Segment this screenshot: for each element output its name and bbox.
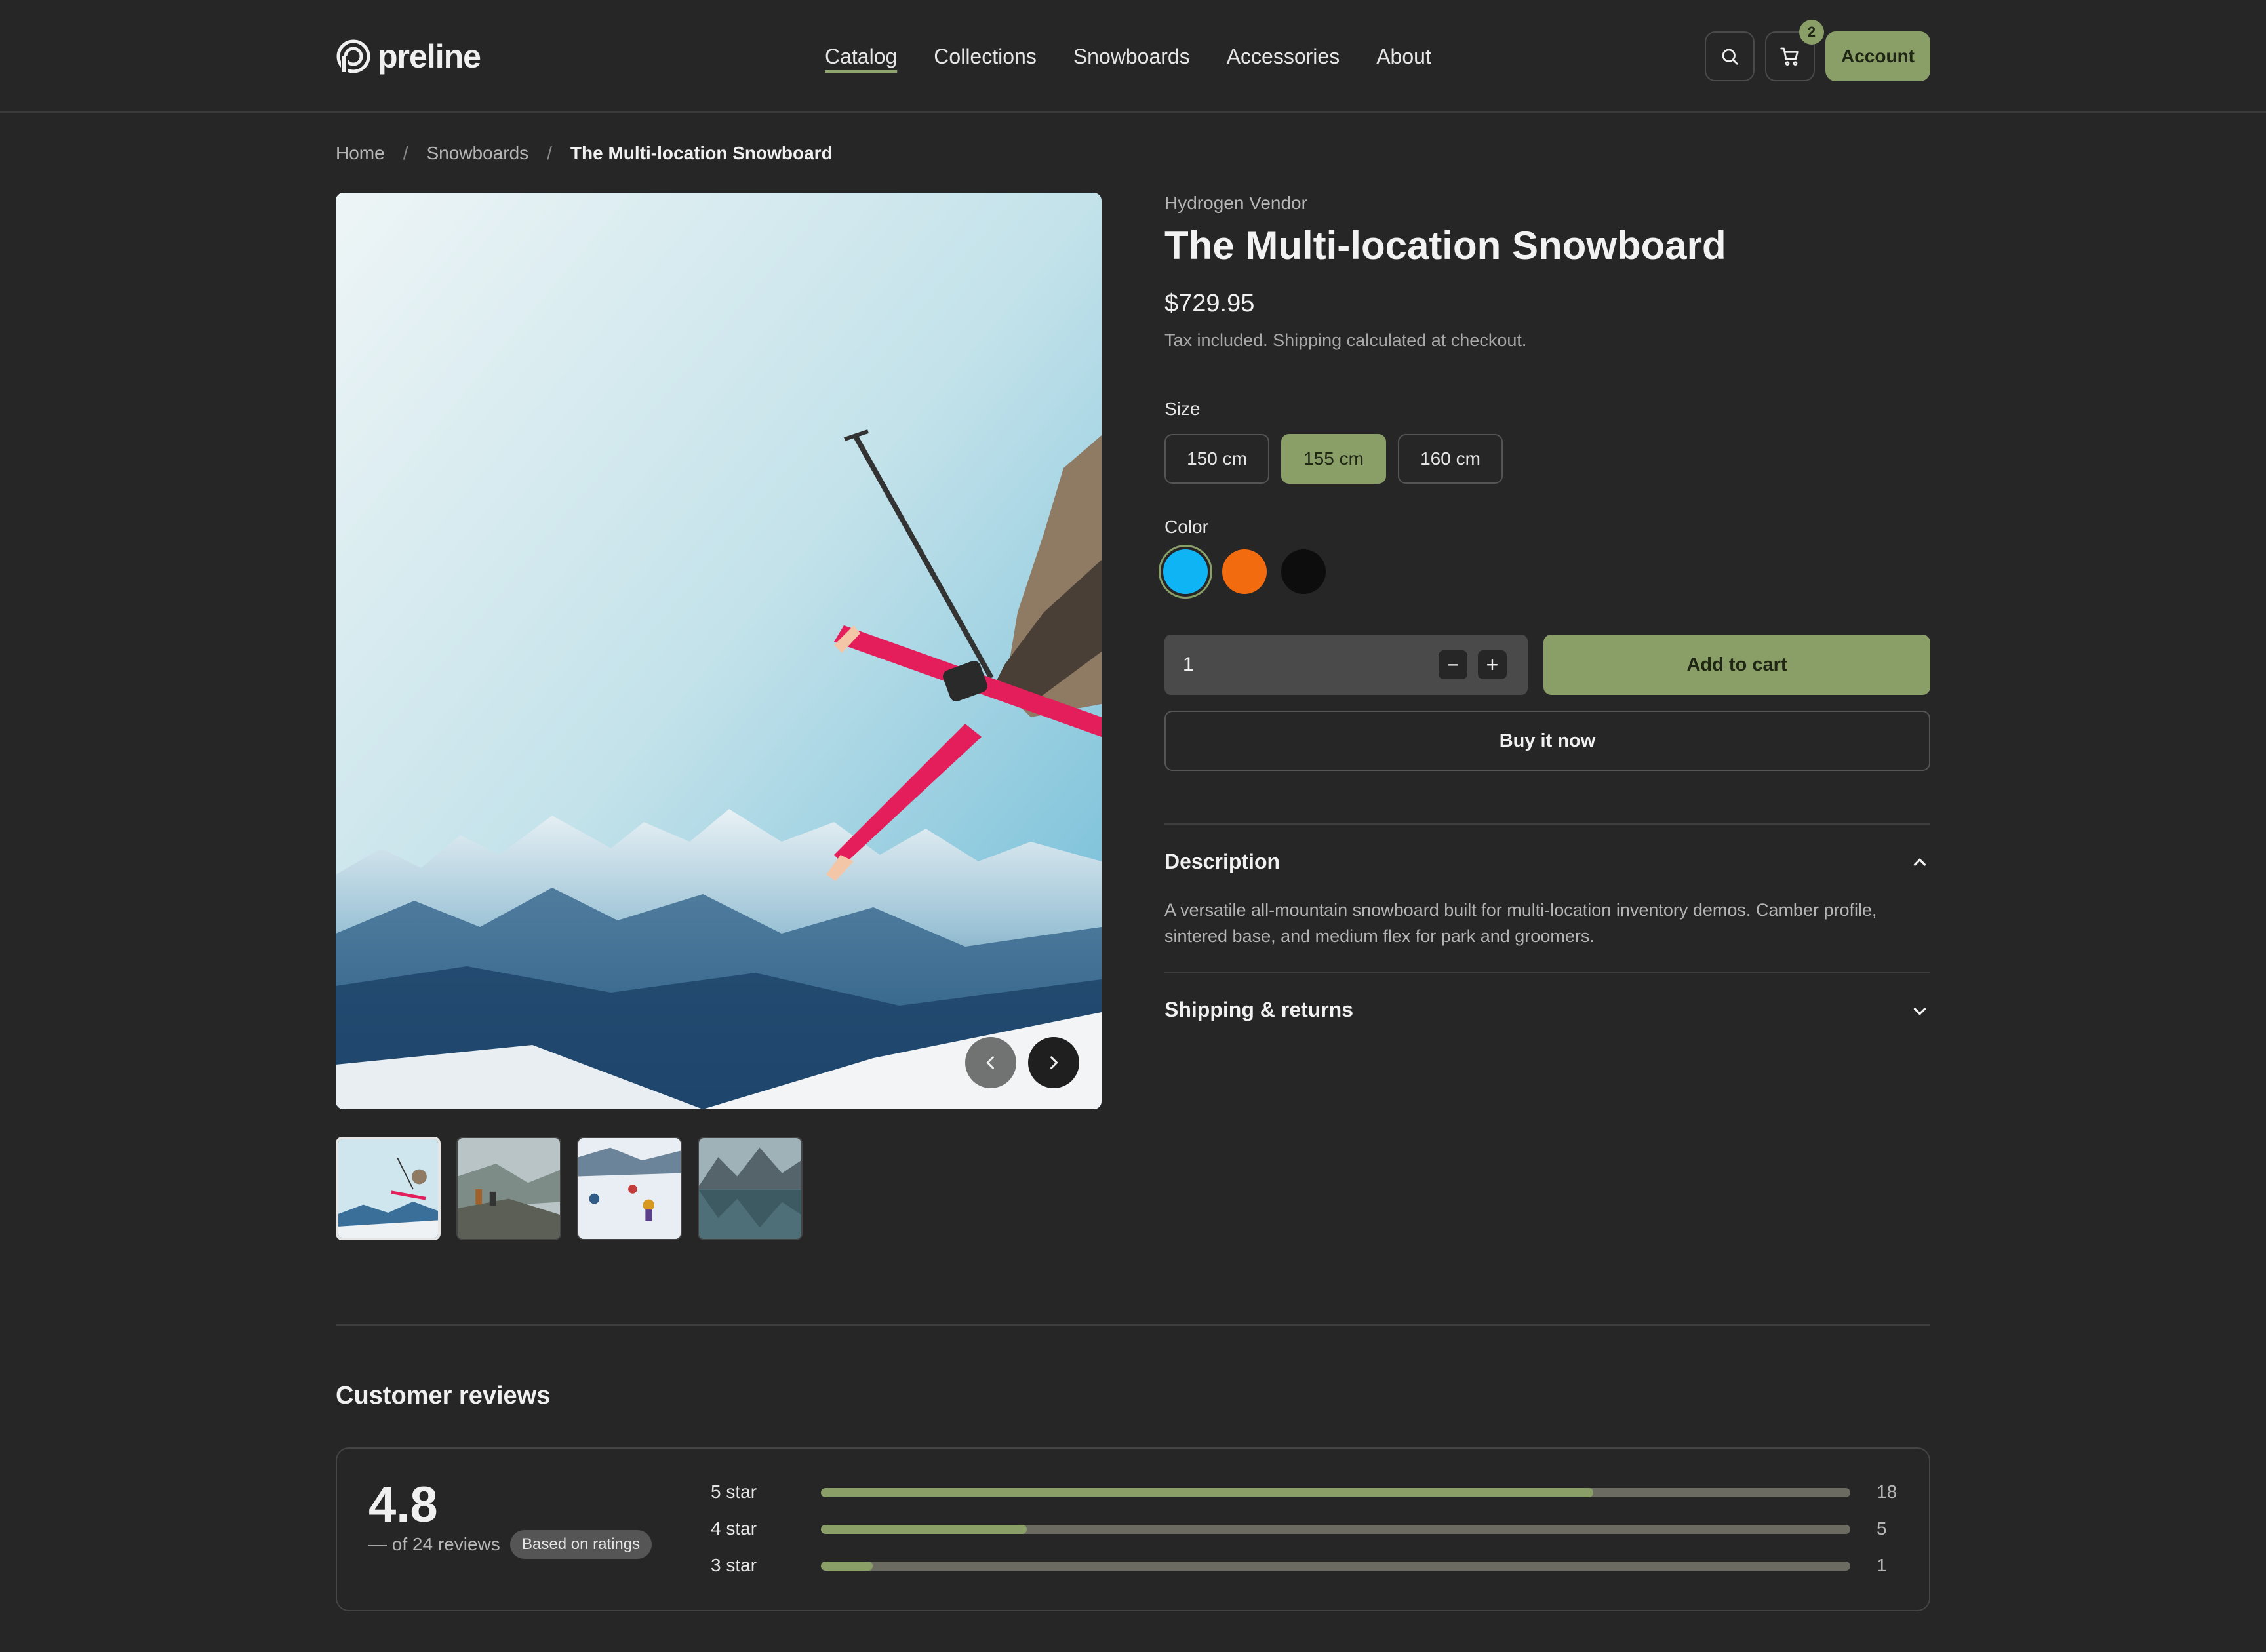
search-button[interactable] (1705, 31, 1755, 81)
logo-text: preline (378, 38, 481, 75)
cart-icon (1780, 47, 1799, 66)
product-main-image (336, 193, 1102, 1109)
rating-count: 18 (1877, 1482, 1898, 1502)
color-options (1163, 549, 1326, 594)
cart-count-badge: 2 (1799, 20, 1824, 45)
chevron-down-icon[interactable] (1908, 999, 1932, 1023)
breadcrumb-home[interactable]: Home (336, 143, 385, 164)
rating-label: 4 star (711, 1518, 757, 1539)
breadcrumb-separator: / (547, 143, 552, 163)
rating-bar (821, 1525, 1850, 1534)
product-title: The Multi-location Snowboard (1164, 224, 1726, 267)
rating-bar (821, 1562, 1850, 1571)
logo-icon (336, 39, 370, 73)
thumbnail-skiers-slope[interactable] (577, 1137, 682, 1240)
rating-count: 5 (1877, 1518, 1887, 1539)
main-nav: Catalog Collections Snowboards Accessori… (825, 39, 1431, 73)
quantity-input[interactable]: 1 (1183, 654, 1194, 676)
average-rating: 4.8 (368, 1477, 438, 1533)
rating-bar-fill (821, 1488, 1593, 1497)
product-price: $729.95 (1164, 290, 1255, 317)
chevron-up-icon[interactable] (1908, 851, 1932, 875)
nav-catalog[interactable]: Catalog (825, 39, 897, 73)
image-next-button[interactable] (1028, 1037, 1079, 1088)
breadcrumb-category[interactable]: Snowboards (426, 143, 528, 164)
breadcrumb-separator: / (403, 143, 408, 163)
rating-row: 3 star 1 (711, 1552, 1904, 1579)
tax-note: Tax included. Shipping calculated at che… (1164, 330, 1527, 350)
review-count: — of 24 reviews (368, 1534, 500, 1554)
accordion-description-header[interactable]: Description (1164, 850, 1280, 874)
size-option-150[interactable]: 150 cm (1164, 434, 1269, 484)
rating-label: 5 star (711, 1482, 757, 1502)
description-text: A versatile all-mountain snowboard built… (1164, 900, 1877, 946)
search-icon (1722, 49, 1738, 65)
size-options: 150 cm 155 cm 160 cm (1164, 434, 1503, 484)
nav-collections[interactable]: Collections (934, 39, 1037, 73)
color-swatch-orange[interactable] (1222, 549, 1267, 594)
based-on-ratings-badge: Based on ratings (510, 1530, 652, 1559)
color-swatch-blue[interactable] (1163, 549, 1208, 594)
accordion-shipping-header[interactable]: Shipping & returns (1164, 998, 1353, 1022)
accordion-divider (1164, 972, 1930, 973)
rating-bar (821, 1488, 1850, 1497)
site-header: preline Catalog Collections Snowboards A… (0, 0, 2266, 113)
nav-about[interactable]: About (1376, 39, 1431, 73)
rating-row: 5 star 18 (711, 1479, 1904, 1505)
rating-row: 4 star 5 (711, 1516, 1904, 1542)
thumbnail-skier-jump[interactable] (336, 1137, 441, 1240)
chevron-right-icon (1050, 1056, 1058, 1069)
image-prev-button[interactable] (965, 1037, 1016, 1088)
size-label: Size (1164, 399, 1201, 419)
account-button[interactable]: Account (1825, 31, 1930, 81)
quantity-decrease-button[interactable]: − (1439, 650, 1467, 679)
rating-count: 1 (1877, 1555, 1887, 1575)
buy-now-button[interactable]: Buy it now (1164, 711, 1930, 771)
accordion-divider (1164, 823, 1930, 825)
thumbnail-mountain-lake[interactable] (698, 1137, 803, 1240)
reviews-title: Customer reviews (336, 1382, 551, 1409)
add-to-cart-button[interactable]: Add to cart (1543, 635, 1930, 695)
rating-bar-fill (821, 1525, 1027, 1534)
product-vendor: Hydrogen Vendor (1164, 193, 1307, 213)
rating-bar-fill (821, 1562, 873, 1571)
breadcrumb: Home / Snowboards / The Multi-location S… (336, 139, 833, 168)
chevron-left-icon (986, 1056, 994, 1069)
breadcrumb-current: The Multi-location Snowboard (570, 143, 833, 163)
thumbnail-hiker-cliff[interactable] (456, 1137, 561, 1240)
nav-snowboards[interactable]: Snowboards (1073, 39, 1190, 73)
thumbnail-strip (336, 1137, 803, 1240)
quantity-increase-button[interactable]: + (1478, 650, 1507, 679)
logo[interactable]: preline (336, 37, 481, 76)
section-divider (336, 1324, 1930, 1326)
size-option-155[interactable]: 155 cm (1281, 434, 1386, 484)
nav-accessories[interactable]: Accessories (1227, 39, 1340, 73)
size-option-160[interactable]: 160 cm (1398, 434, 1503, 484)
rating-label: 3 star (711, 1555, 757, 1575)
color-label: Color (1164, 517, 1208, 537)
quantity-stepper: 1 − + (1164, 635, 1528, 695)
color-swatch-black[interactable] (1281, 549, 1326, 594)
